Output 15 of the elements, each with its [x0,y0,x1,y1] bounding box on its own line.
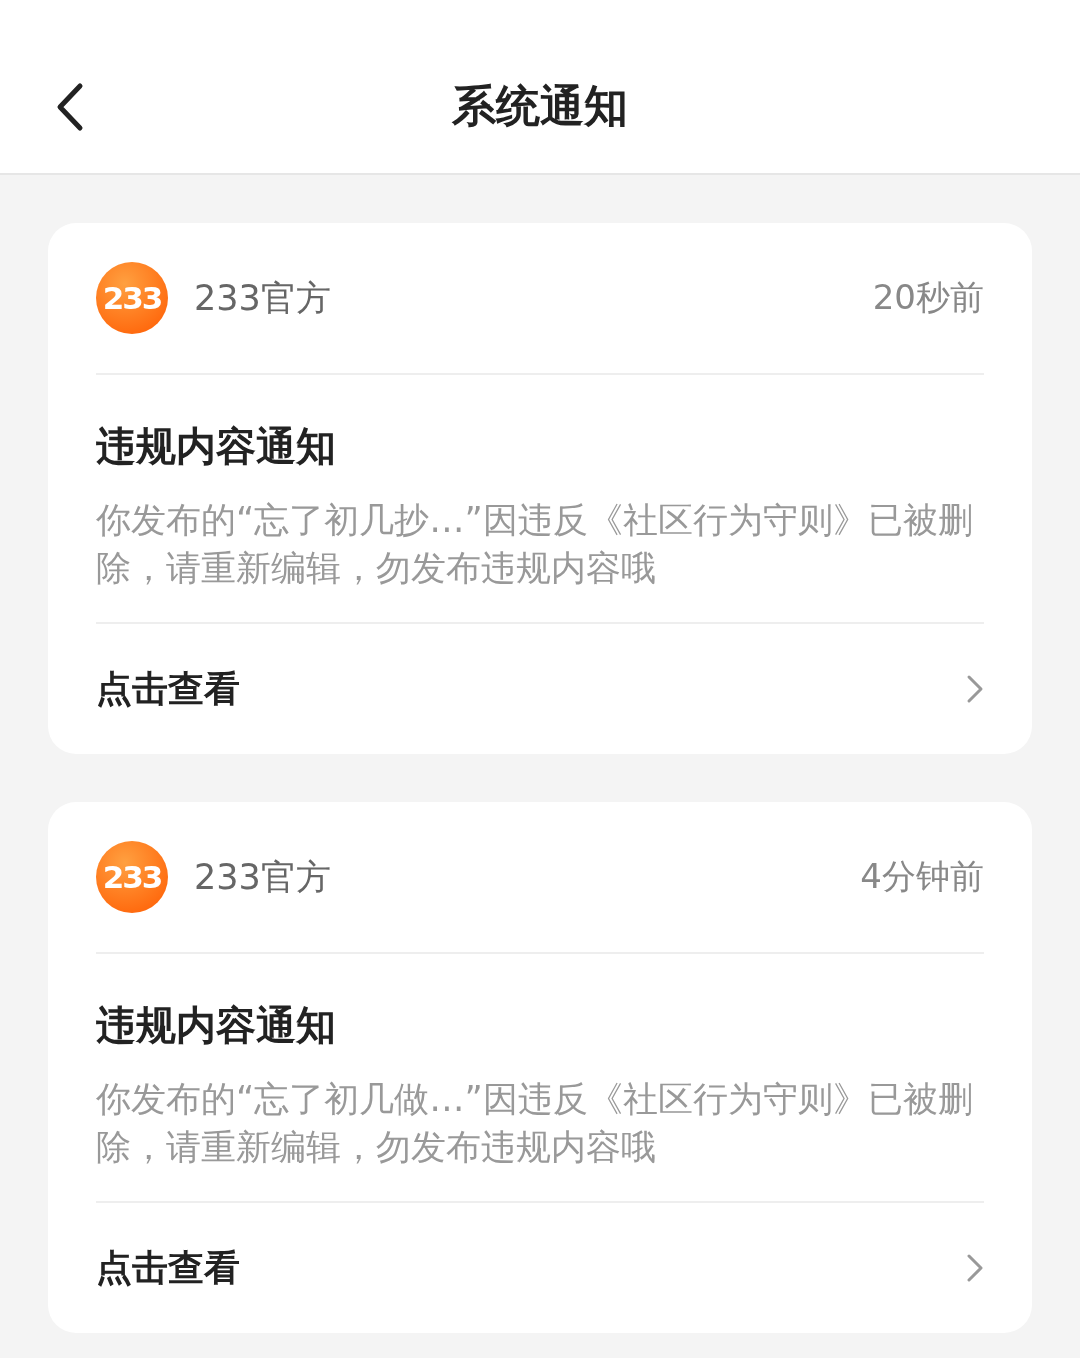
sender-name: 233官方 [194,855,332,899]
notification-title: 违规内容通知 [96,422,337,471]
timestamp: 20秒前 [872,276,984,319]
sender-logo: 233 [96,841,168,913]
sender-logo: 233 [96,262,168,334]
view-link[interactable]: 点击查看 [96,664,240,714]
view-link[interactable]: 点击查看 [96,1243,240,1293]
chevron-icon [966,674,984,704]
timestamp: 4分钟前 [860,855,984,898]
notification-message: 你发布的“忘了初几做…”因违反《社区行为守则》已被删除，请重新编辑，勿发布违规内容哦 [96,1077,974,1169]
sender-name: 233官方 [194,276,332,320]
page-title: 系统通知 [452,79,628,133]
chevron-icon [966,1253,984,1283]
notification-title: 违规内容通知 [96,1001,337,1050]
notification-message: 你发布的“忘了初几抄…”因违反《社区行为守则》已被删除，请重新编辑，勿发布违规内容哦 [96,498,974,590]
